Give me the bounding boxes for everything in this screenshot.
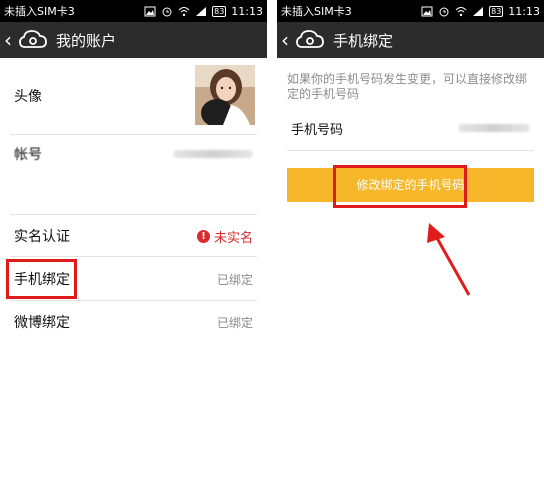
back-icon[interactable]: ‹ <box>281 22 295 58</box>
account-label: 帐号 <box>14 147 42 163</box>
avatar-image[interactable] <box>195 65 255 125</box>
carrier-label: 未插入SIM卡3 <box>4 5 75 18</box>
divider <box>10 300 257 301</box>
page-title: 我的账户 <box>56 31 117 50</box>
screenshot-composite: 未插入SIM卡3 83 11:13 ‹ 我的账户 头像 帐号 实名认证 ! 未实… <box>0 0 544 479</box>
title-bar: ‹ 手机绑定 <box>277 22 544 58</box>
phone-binding-value: 已绑定 <box>216 272 253 287</box>
binding-description: 如果你的手机号码发生变更，可以直接修改绑定的手机号码 <box>287 72 528 101</box>
divider <box>287 150 534 151</box>
highlight-box <box>333 165 467 208</box>
divider <box>10 256 257 257</box>
clock: 11:13 <box>231 4 263 18</box>
status-bar: 未插入SIM卡3 83 11:13 <box>0 0 267 22</box>
image-notification-icon <box>144 6 156 16</box>
signal-icon <box>196 6 207 16</box>
status-bar: 未插入SIM卡3 83 11:13 <box>277 0 544 22</box>
divider <box>10 214 257 215</box>
clock: 11:13 <box>508 4 540 18</box>
battery-indicator: 83 <box>212 5 227 17</box>
wifi-icon <box>178 6 190 16</box>
account-row[interactable]: 帐号 <box>0 134 267 174</box>
account-value-redacted <box>173 150 253 158</box>
warning-icon: ! <box>196 229 210 243</box>
phone-number-row: 手机号码 <box>277 112 544 144</box>
image-notification-icon <box>421 6 433 16</box>
signal-icon <box>473 6 484 16</box>
page-title: 手机绑定 <box>333 31 394 50</box>
alarm-icon <box>439 7 449 16</box>
account-screen: 未插入SIM卡3 83 11:13 ‹ 我的账户 头像 帐号 实名认证 ! 未实… <box>0 0 267 479</box>
pointer-arrow <box>427 223 471 296</box>
title-bar: ‹ 我的账户 <box>0 22 267 58</box>
cloud-logo-icon <box>296 30 324 48</box>
phone-binding-screen: 未插入SIM卡3 83 11:13 ‹ 手机绑定 如果你的手机号码发生变更，可以… <box>277 0 544 479</box>
cloud-logo-icon <box>19 30 47 48</box>
realname-row[interactable]: 实名认证 ! 未实名 <box>0 216 267 256</box>
phone-number-value-redacted <box>458 124 530 132</box>
phone-number-label: 手机号码 <box>291 122 344 138</box>
wifi-icon <box>455 6 467 16</box>
battery-indicator: 83 <box>489 5 504 17</box>
realname-status: ! 未实名 <box>196 227 253 246</box>
alarm-icon <box>162 7 172 16</box>
carrier-label: 未插入SIM卡3 <box>281 5 352 18</box>
weibo-binding-row[interactable]: 微博绑定 已绑定 <box>0 302 267 342</box>
realname-value: 未实名 <box>213 230 253 246</box>
weibo-binding-label: 微博绑定 <box>14 315 70 331</box>
back-icon[interactable]: ‹ <box>4 22 18 58</box>
highlight-box <box>6 259 77 299</box>
weibo-binding-value: 已绑定 <box>216 315 253 330</box>
realname-label: 实名认证 <box>14 229 70 245</box>
